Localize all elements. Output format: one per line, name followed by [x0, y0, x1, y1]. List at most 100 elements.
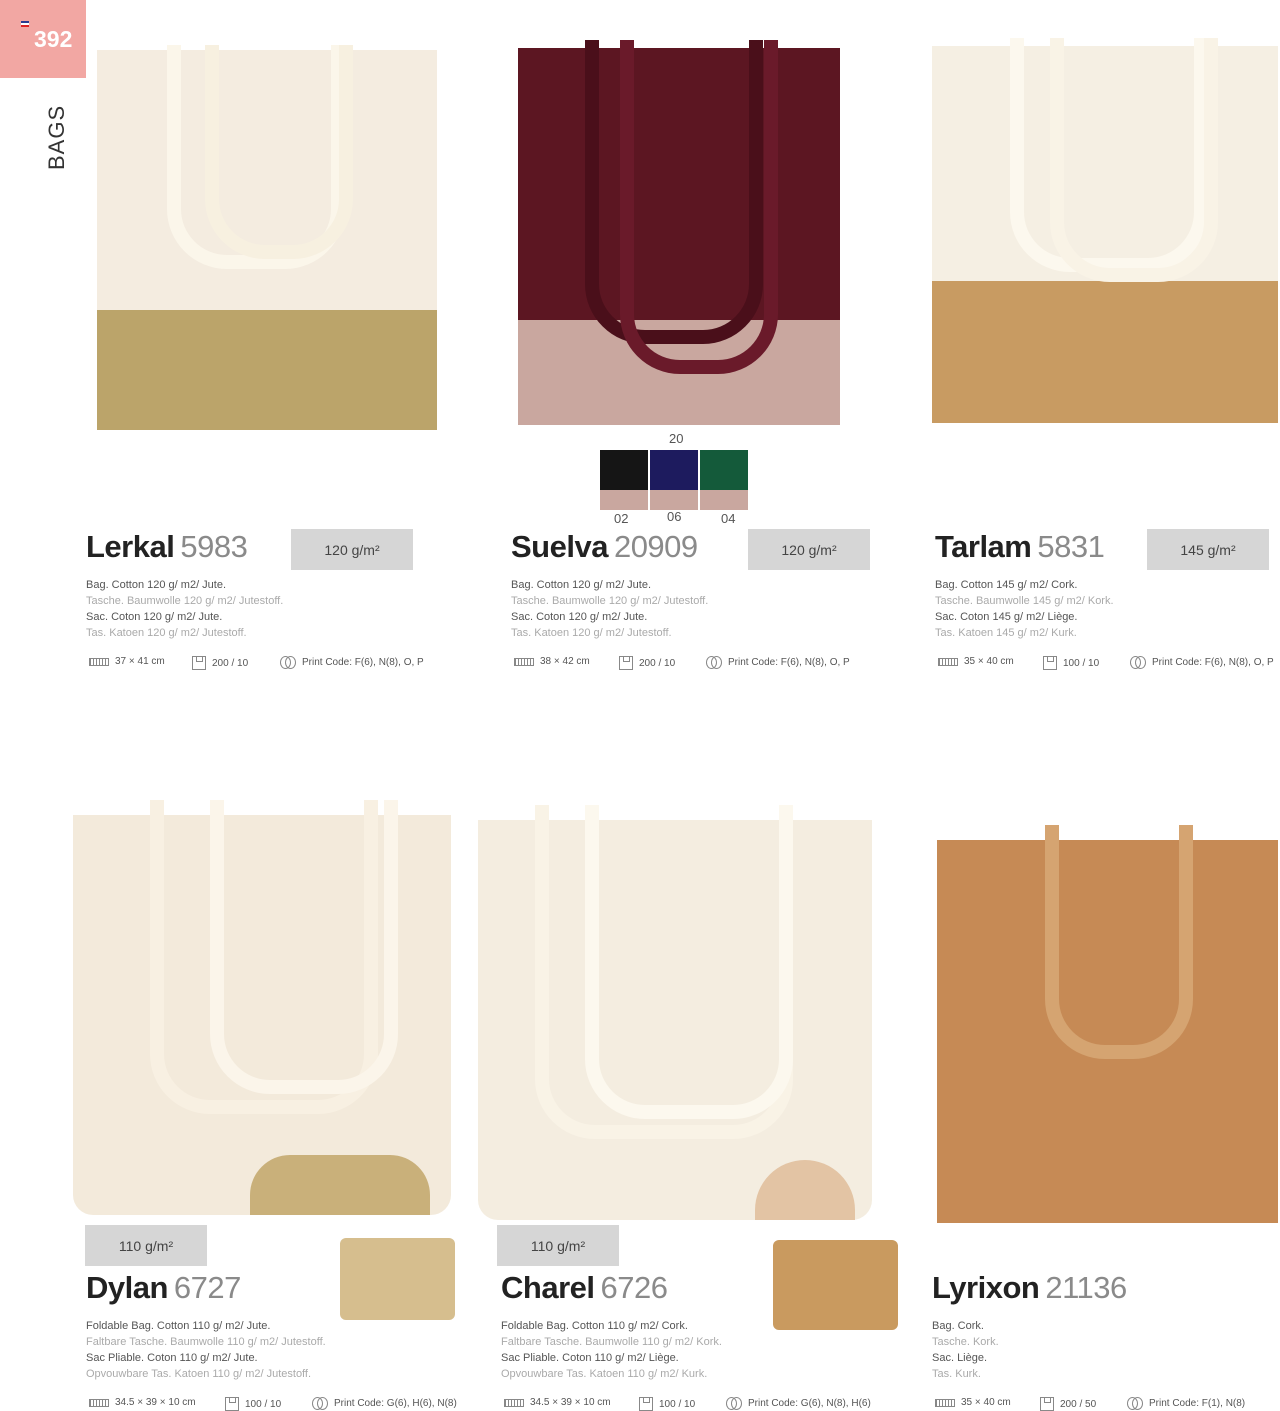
- product-description: Bag. Cotton 120 g/ m2/ Jute. Tasche. Bau…: [511, 577, 708, 641]
- box-icon: [619, 656, 633, 670]
- product-description: Bag. Cork. Tasche. Kork. Sac. Liège. Tas…: [932, 1318, 999, 1382]
- desc-nl: Tas. Katoen 145 g/ m2/ Kurk.: [935, 627, 1077, 639]
- swatch-code: 04: [721, 511, 736, 526]
- size-text: 38 × 42 cm: [540, 656, 590, 667]
- product-image-tarlam: [930, 38, 1280, 428]
- weight-badge: 120 g/m²: [748, 529, 870, 570]
- size-text: 35 × 40 cm: [961, 1397, 1011, 1408]
- desc-fr: Sac. Liège.: [932, 1352, 988, 1364]
- pack-text: 100 / 10: [245, 1398, 282, 1410]
- product-code: 5831: [1037, 529, 1105, 564]
- product-title: Charel 6726: [501, 1270, 668, 1306]
- page-number-badge: 392: [0, 0, 86, 78]
- product-image-lyrixon: [935, 825, 1280, 1230]
- size-text: 34.5 × 39 × 10 cm: [115, 1397, 196, 1408]
- product-title: Lerkal 5983: [86, 529, 248, 565]
- product-title: Dylan 6727: [86, 1270, 241, 1306]
- desc-en: Foldable Bag. Cotton 110 g/ m2/ Jute.: [86, 1320, 271, 1332]
- product-code: 21136: [1045, 1270, 1127, 1305]
- print-icon: [726, 1397, 742, 1410]
- product-name: Lerkal: [86, 529, 175, 564]
- desc-en: Bag. Cotton 120 g/ m2/ Jute.: [511, 579, 652, 591]
- print-text: Print Code: G(6), N(8), H(6): [748, 1397, 871, 1409]
- desc-en: Foldable Bag. Cotton 110 g/ m2/ Cork.: [501, 1320, 688, 1332]
- weight-badge: 120 g/m²: [291, 529, 413, 570]
- pack-text: 100 / 10: [659, 1398, 696, 1410]
- print-text: Print Code: F(1), N(8): [1149, 1397, 1246, 1409]
- product-description: Foldable Bag. Cotton 110 g/ m2/ Jute. Fa…: [86, 1318, 326, 1382]
- desc-en: Bag. Cork.: [932, 1320, 984, 1332]
- box-icon: [225, 1397, 239, 1411]
- weight-badge: 145 g/m²: [1147, 529, 1269, 570]
- box-icon: [1040, 1397, 1054, 1411]
- ruler-icon: [89, 1398, 109, 1407]
- box-icon: [639, 1397, 653, 1411]
- pouch-image-charel: [773, 1240, 898, 1330]
- product-description: Bag. Cotton 120 g/ m2/ Jute. Tasche. Bau…: [86, 577, 283, 641]
- desc-de: Tasche. Baumwolle 120 g/ m2/ Jutestoff.: [86, 595, 284, 607]
- size-text: 37 × 41 cm: [115, 656, 165, 667]
- desc-nl: Tas. Kurk.: [932, 1368, 981, 1380]
- size-text: 34.5 × 39 × 10 cm: [530, 1397, 611, 1408]
- box-icon: [1043, 656, 1057, 670]
- print-text: Print Code: F(6), N(8), O, P: [1152, 656, 1274, 668]
- page-number: 392: [34, 26, 73, 52]
- weight-badge: 110 g/m²: [85, 1225, 207, 1266]
- swatch-code: 06: [667, 509, 682, 524]
- print-icon: [1130, 656, 1146, 669]
- color-swatch-06: [650, 450, 698, 510]
- desc-fr: Sac Pliable. Coton 110 g/ m2/ Jute.: [86, 1352, 258, 1364]
- desc-de: Faltbare Tasche. Baumwolle 110 g/ m2/ Ko…: [501, 1336, 722, 1348]
- pack-text: 100 / 10: [1063, 657, 1100, 669]
- desc-en: Bag. Cotton 120 g/ m2/ Jute.: [86, 579, 227, 591]
- ruler-icon: [935, 1398, 955, 1407]
- product-image-charel: [475, 805, 875, 1225]
- flag-icon: [21, 21, 29, 27]
- product-name: Charel: [501, 1270, 595, 1305]
- product-name: Suelva: [511, 529, 608, 564]
- pack-text: 200 / 10: [639, 657, 676, 669]
- ruler-icon: [504, 1398, 524, 1407]
- desc-en: Bag. Cotton 145 g/ m2/ Cork.: [935, 579, 1078, 591]
- desc-fr: Sac Pliable. Coton 110 g/ m2/ Liège.: [501, 1352, 679, 1364]
- product-description: Bag. Cotton 145 g/ m2/ Cork. Tasche. Bau…: [935, 577, 1114, 641]
- size-text: 35 × 40 cm: [964, 656, 1014, 667]
- product-image-suelva: [515, 40, 845, 430]
- box-icon: [192, 656, 206, 670]
- swatch-code: 20: [669, 431, 684, 446]
- print-text: Print Code: F(6), N(8), O, P: [302, 656, 424, 668]
- desc-de: Faltbare Tasche. Baumwolle 110 g/ m2/ Ju…: [86, 1336, 326, 1348]
- product-code: 20909: [613, 529, 698, 564]
- desc-nl: Tas. Katoen 120 g/ m2/ Jutestoff.: [86, 627, 247, 639]
- product-title: Suelva 20909: [511, 529, 698, 565]
- desc-nl: Opvouwbare Tas. Katoen 110 g/ m2/ Kurk.: [501, 1368, 708, 1380]
- print-text: Print Code: F(6), N(8), O, P: [728, 656, 850, 668]
- product-name: Tarlam: [935, 529, 1032, 564]
- print-icon: [280, 656, 296, 669]
- print-icon: [312, 1397, 328, 1410]
- desc-fr: Sac. Coton 120 g/ m2/ Jute.: [511, 611, 648, 623]
- ruler-icon: [938, 657, 958, 666]
- product-title: Tarlam 5831: [935, 529, 1105, 565]
- print-text: Print Code: G(6), H(6), N(8): [334, 1397, 457, 1409]
- product-image-dylan: [70, 800, 455, 1220]
- desc-de: Tasche. Kork.: [932, 1336, 999, 1348]
- print-icon: [1127, 1397, 1143, 1410]
- product-code: 6726: [600, 1270, 668, 1305]
- color-swatch-04: [700, 450, 748, 510]
- section-label: BAGS: [44, 104, 69, 170]
- ruler-icon: [514, 657, 534, 666]
- product-description: Foldable Bag. Cotton 110 g/ m2/ Cork. Fa…: [501, 1318, 722, 1382]
- product-code: 6727: [173, 1270, 241, 1305]
- desc-fr: Sac. Coton 120 g/ m2/ Jute.: [86, 611, 223, 623]
- desc-de: Tasche. Baumwolle 120 g/ m2/ Jutestoff.: [511, 595, 709, 607]
- desc-nl: Opvouwbare Tas. Katoen 110 g/ m2/ Jutest…: [86, 1368, 312, 1380]
- product-title: Lyrixon 21136: [932, 1270, 1127, 1306]
- product-image-lerkal: [95, 45, 440, 435]
- desc-fr: Sac. Coton 145 g/ m2/ Liège.: [935, 611, 1078, 623]
- print-icon: [706, 656, 722, 669]
- pack-text: 200 / 10: [212, 657, 249, 669]
- swatch-code: 02: [614, 511, 629, 526]
- product-code: 5983: [180, 529, 248, 564]
- pouch-image-dylan: [340, 1238, 455, 1320]
